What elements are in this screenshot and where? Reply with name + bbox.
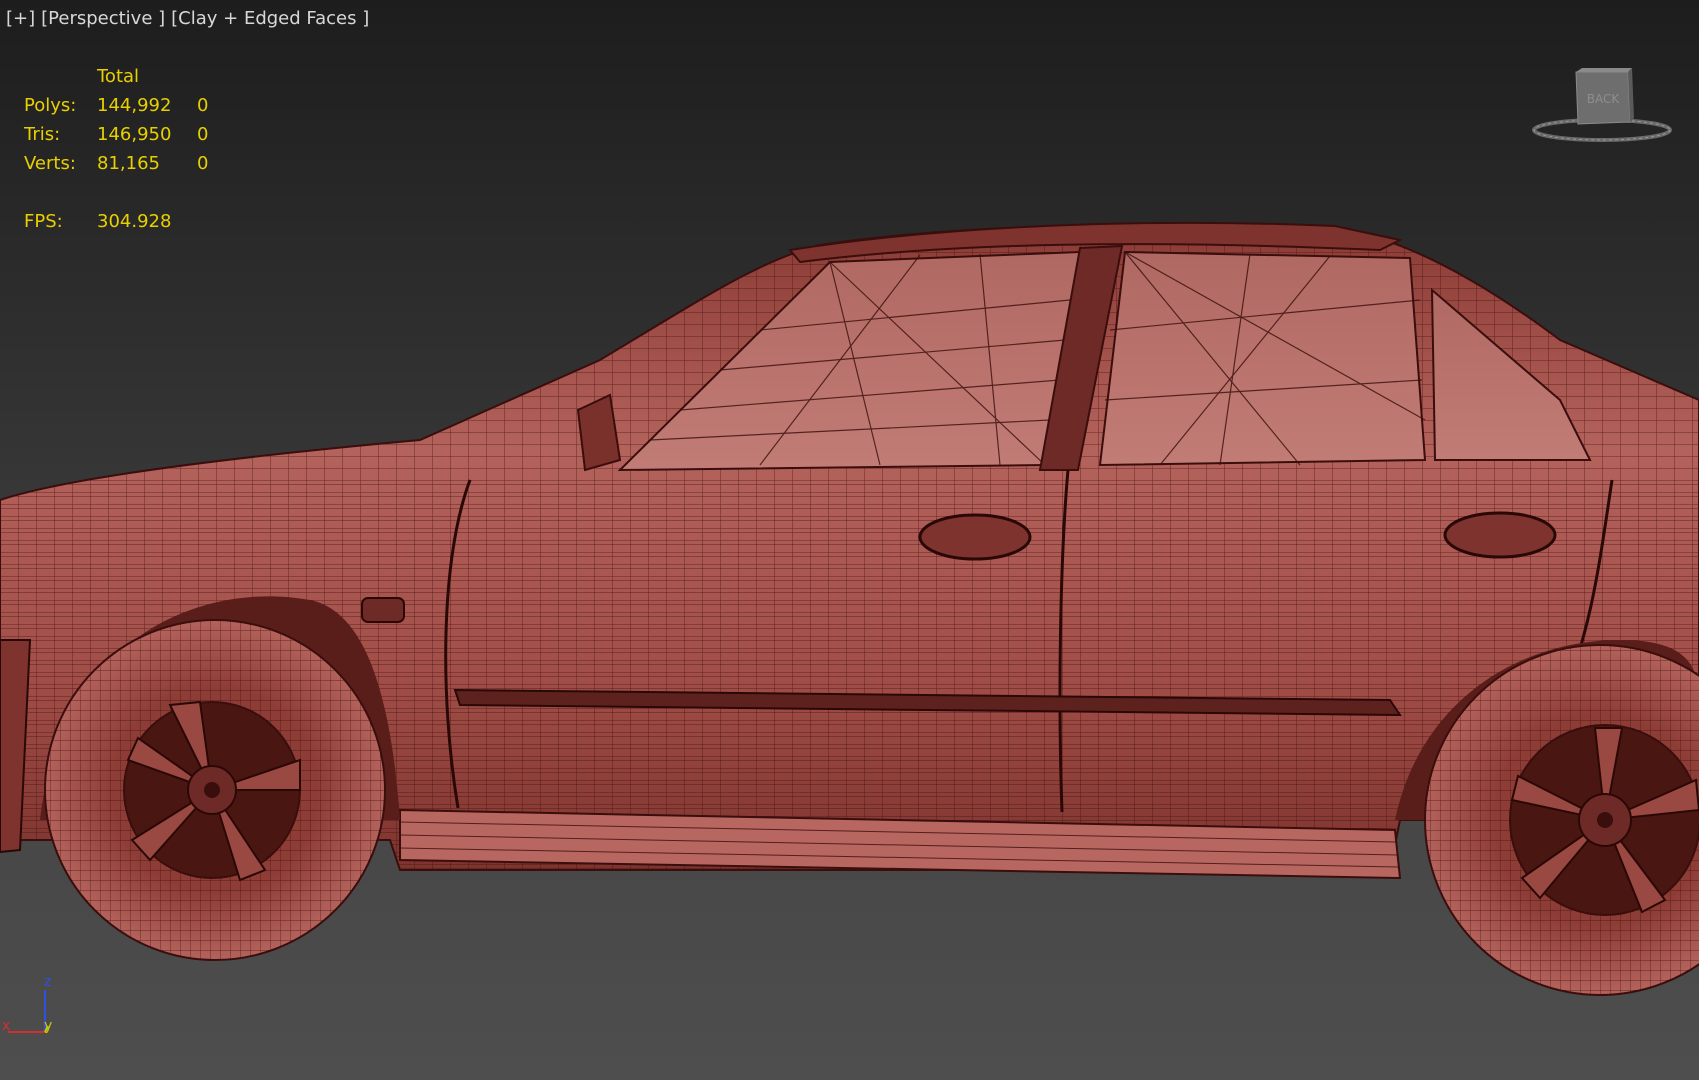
axis-z-label: z xyxy=(44,974,51,990)
axis-tripod: z x y xyxy=(2,974,52,1034)
perspective-viewport[interactable]: [+] [Perspective ] [Clay + Edged Faces ]… xyxy=(0,0,1699,1080)
side-marker-light xyxy=(361,597,405,623)
viewport-shading-menu[interactable]: [Clay + Edged Faces ] xyxy=(171,8,369,29)
stats-verts-total: 81,165 xyxy=(97,153,160,174)
stats-tris-total: 146,950 xyxy=(97,124,172,145)
stats-verts-selected: 0 xyxy=(197,153,209,174)
stats-tris-row: Tris: 146,950 0 xyxy=(24,120,227,149)
stats-header-row: Total xyxy=(24,62,227,91)
viewcube-back-face[interactable]: BACK xyxy=(1587,92,1621,106)
stats-total-header: Total xyxy=(97,66,140,87)
viewcube[interactable]: BACK xyxy=(1530,66,1680,146)
stats-verts-row: Verts: 81,165 0 xyxy=(24,149,227,178)
stats-tris-selected: 0 xyxy=(197,124,209,145)
axis-y-label: y xyxy=(44,1018,52,1034)
front-wheel[interactable] xyxy=(44,619,386,961)
stats-verts-label: Verts: xyxy=(24,153,76,174)
viewport-general-menu[interactable]: [+] xyxy=(6,8,35,29)
viewport-statistics: Total Polys: 144,992 0 Tris: 146,950 0 V… xyxy=(24,62,227,236)
front-door-handle[interactable] xyxy=(918,513,1032,561)
stats-polys-selected: 0 xyxy=(197,95,209,116)
stats-tris-label: Tris: xyxy=(24,124,61,145)
axis-x-label: x xyxy=(2,1018,10,1034)
car-wireframe-model[interactable] xyxy=(0,0,1699,1080)
rear-door-handle[interactable] xyxy=(1443,511,1557,559)
stats-fps-value: 304.928 xyxy=(97,211,172,232)
viewport-view-menu[interactable]: [Perspective ] xyxy=(41,8,165,29)
rear-window xyxy=(1098,250,1427,467)
stats-fps-label: FPS: xyxy=(24,211,63,232)
stats-polys-total: 144,992 xyxy=(97,95,172,116)
stats-polys-row: Polys: 144,992 0 xyxy=(24,91,227,120)
stats-polys-label: Polys: xyxy=(24,95,77,116)
viewport-label-menu: [+] [Perspective ] [Clay + Edged Faces ] xyxy=(6,8,369,29)
stats-fps-row: FPS: 304.928 xyxy=(24,207,227,236)
